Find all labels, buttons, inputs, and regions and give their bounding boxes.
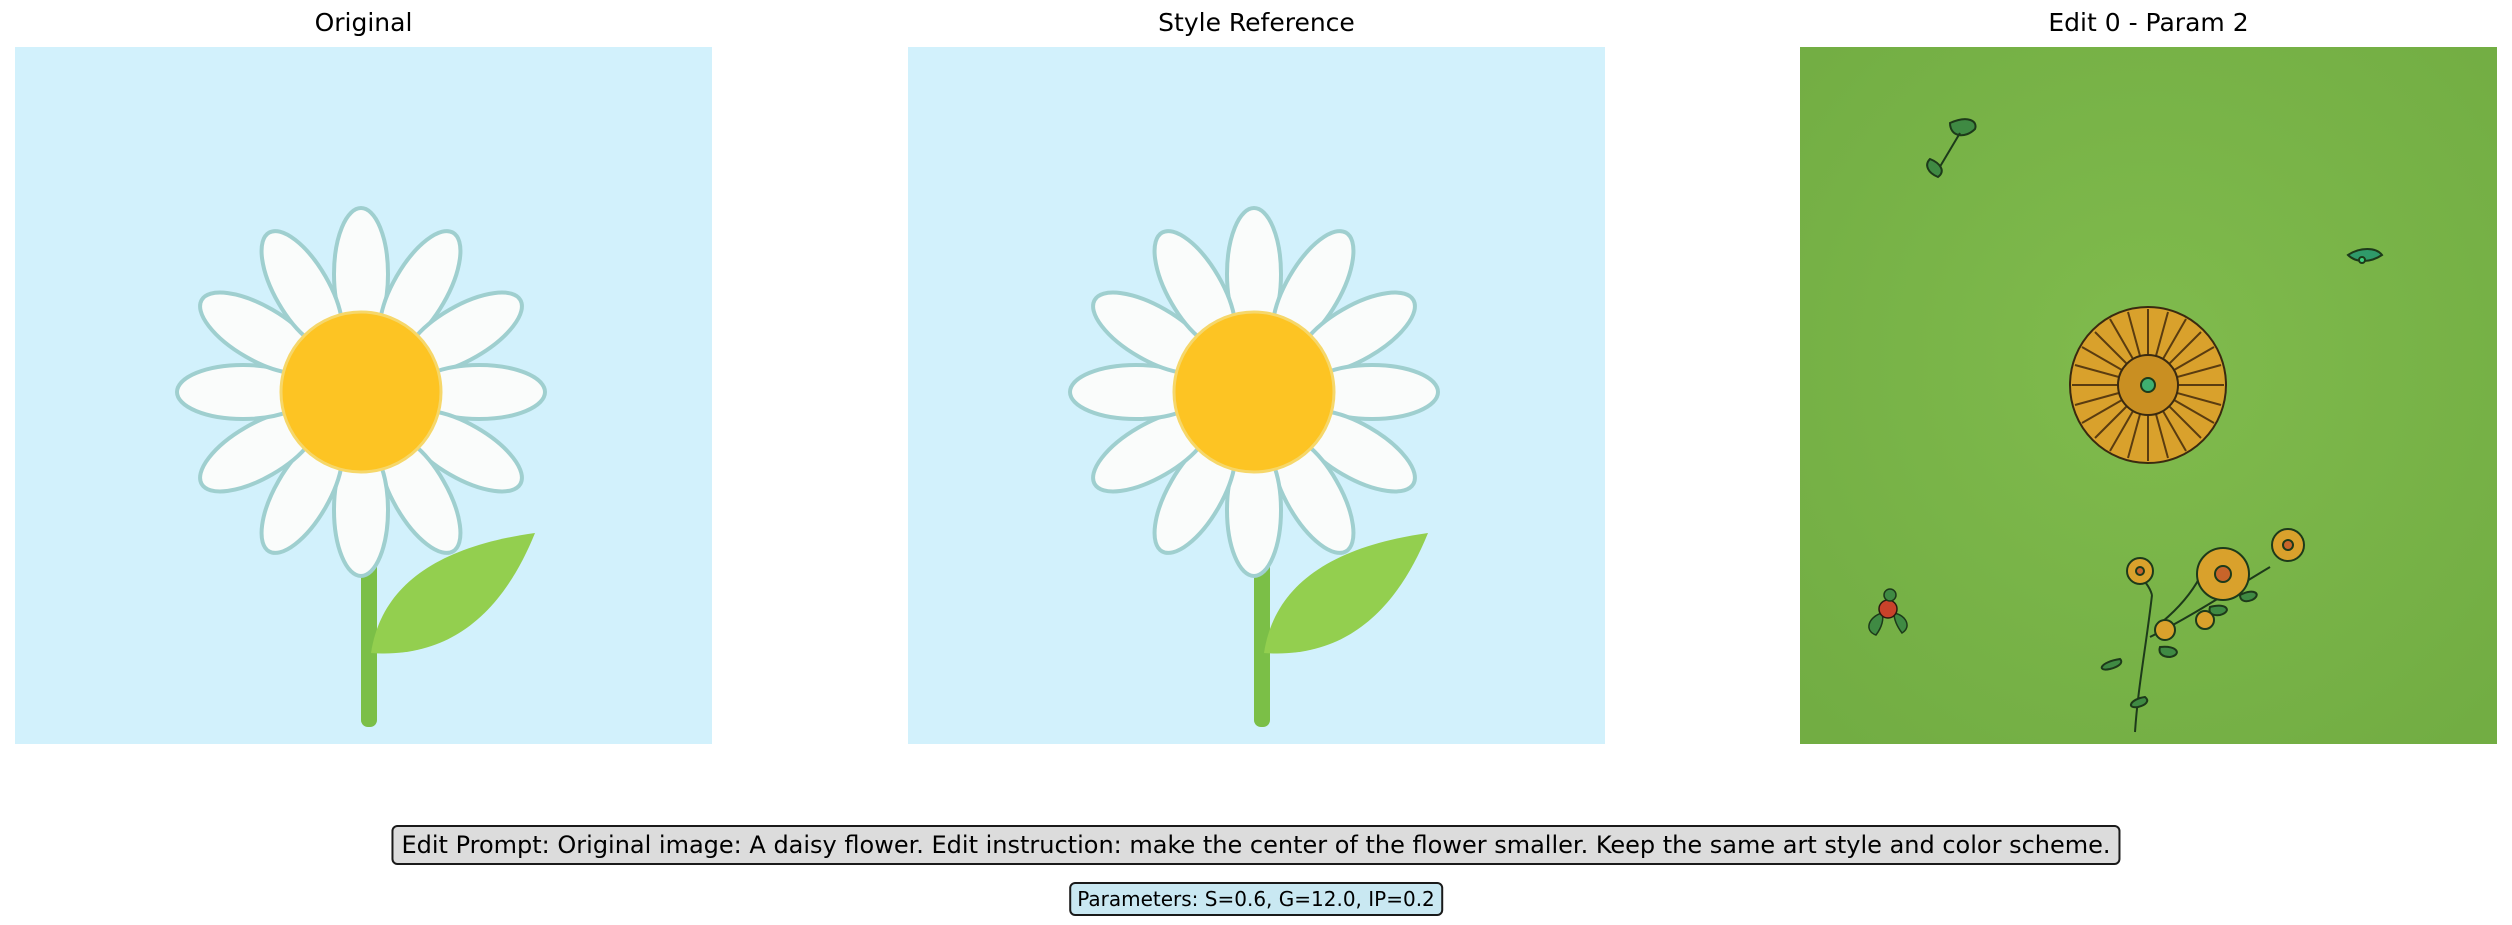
parameters-caption: Parameters: S=0.6, G=12.0, IP=0.2 (1069, 882, 1443, 916)
flower-center (279, 310, 443, 474)
style-reference-image (908, 47, 1605, 744)
edit-prompt-caption: Edit Prompt: Original image: A daisy flo… (391, 825, 2121, 865)
original-image (15, 47, 712, 744)
panel-title-edit: Edit 0 - Param 2 (2048, 8, 2249, 37)
edit-result-image (1800, 47, 2497, 744)
large-marigold (2069, 306, 2227, 464)
panel-title-style-reference: Style Reference (1158, 8, 1355, 37)
flower-center (1172, 310, 1336, 474)
panel-title-original: Original (314, 8, 413, 37)
